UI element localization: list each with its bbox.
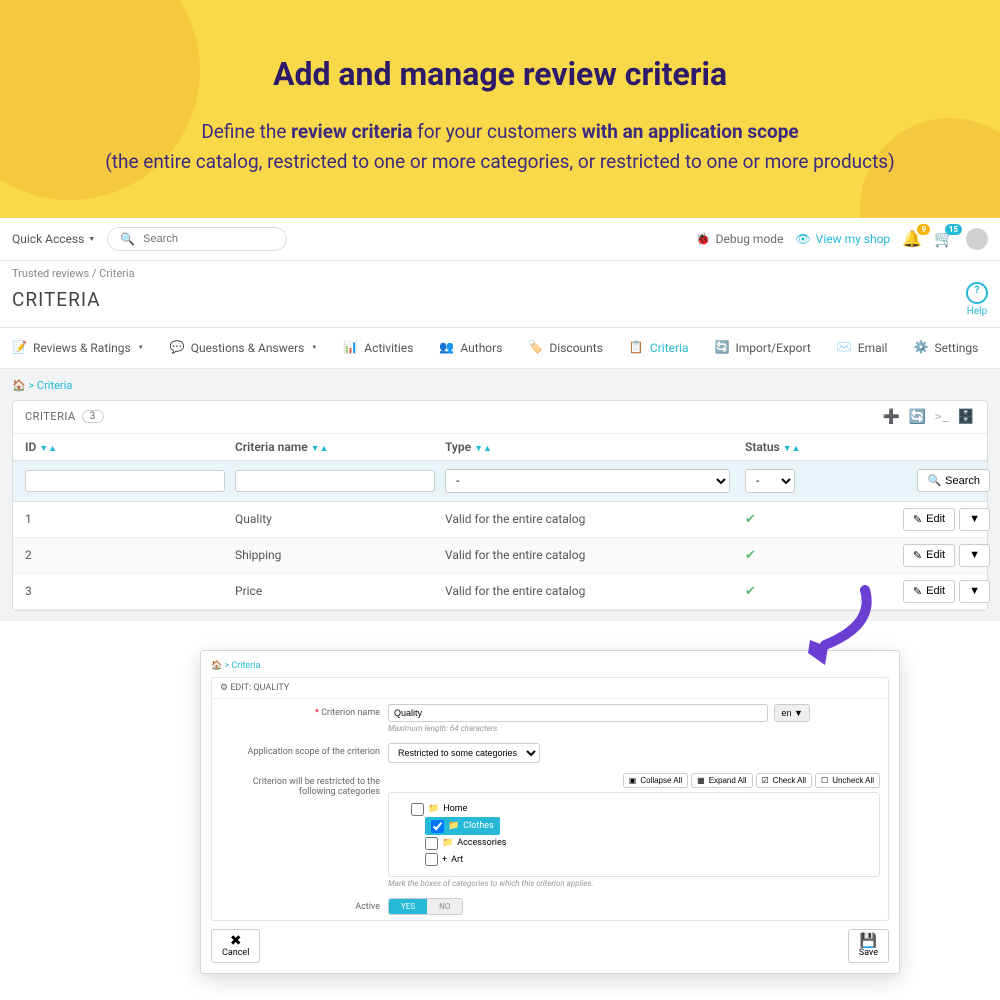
count-badge: 3 xyxy=(82,410,104,423)
category-tree: 📁 Home 📁 Clothes 📁 Accessories + Art xyxy=(388,792,880,877)
edit-button[interactable]: ✎ Edit xyxy=(903,544,955,567)
data-grid: ID ▼▲ Criteria name ▼▲ Type ▼▲ Status ▼▲… xyxy=(13,434,987,610)
language-selector[interactable]: en ▼ xyxy=(774,704,809,722)
nav-discounts[interactable]: 🏷️Discounts xyxy=(528,340,602,356)
row-menu[interactable]: ▼ xyxy=(959,508,990,531)
hero-banner: Add and manage review criteria Define th… xyxy=(0,0,1000,218)
breadcrumb-root[interactable]: Trusted reviews xyxy=(12,267,89,280)
cart-icon[interactable]: 🛒15 xyxy=(934,229,954,248)
filter-type[interactable]: - xyxy=(445,469,730,493)
categories-label: Criterion will be restricted to the foll… xyxy=(220,773,380,797)
tree-item-home[interactable]: 📁 Home xyxy=(411,801,871,817)
scope-label: Application scope of the criterion xyxy=(220,743,380,757)
notifications-icon[interactable]: 🔔9 xyxy=(902,229,922,248)
tree-item-art[interactable]: + Art xyxy=(425,852,871,868)
table-row[interactable]: 1 Quality Valid for the entire catalog ✔… xyxy=(13,502,987,538)
page-header: CRITERIA Help xyxy=(0,282,1000,328)
tree-item-accessories[interactable]: 📁 Accessories xyxy=(425,835,871,851)
check-icon: ✔ xyxy=(745,548,900,563)
check-icon: ✔ xyxy=(745,512,900,527)
filter-status[interactable]: - xyxy=(745,469,795,493)
table-row[interactable]: 2 Shipping Valid for the entire catalog … xyxy=(13,538,987,574)
home-icon[interactable]: 🏠 xyxy=(12,379,26,392)
nav-email[interactable]: ✉️Email xyxy=(837,340,888,356)
criterion-name-label: * Criterion name xyxy=(220,704,380,718)
panel-header: CRITERIA 3 ➕ 🔄 >_ 🗄️ xyxy=(13,401,987,434)
module-nav: 📝Reviews & Ratings 💬Questions & Answers … xyxy=(0,328,1000,369)
save-button[interactable]: 💾Save xyxy=(848,929,889,963)
db-button[interactable]: 🗄️ xyxy=(957,409,975,425)
filter-name[interactable] xyxy=(235,470,435,492)
tree-item-clothes[interactable]: 📁 Clothes xyxy=(425,817,871,835)
edit-dialog: 🏠 > Criteria ⚙ EDIT: QUALITY * Criterion… xyxy=(200,650,900,974)
col-name[interactable]: Criteria name ▼▲ xyxy=(235,440,445,454)
topbar: Quick Access 🔍 🐞 Debug mode 👁 View my sh… xyxy=(0,218,1000,261)
col-id[interactable]: ID ▼▲ xyxy=(25,440,235,454)
row-menu[interactable]: ▼ xyxy=(959,580,990,603)
filter-id[interactable] xyxy=(25,470,225,492)
active-toggle[interactable]: YESNO xyxy=(388,898,463,915)
mini-breadcrumb: 🏠 > Criteria xyxy=(12,379,988,392)
collapse-all-button[interactable]: ▣ Collapse All xyxy=(623,773,688,788)
home-icon[interactable]: 🏠 xyxy=(211,661,222,671)
sql-button[interactable]: >_ xyxy=(934,409,949,425)
page-title: CRITERIA xyxy=(12,288,101,311)
search-icon: 🔍 xyxy=(120,232,135,246)
edit-button[interactable]: ✎ Edit xyxy=(903,508,955,531)
nav-qa[interactable]: 💬Questions & Answers xyxy=(170,340,318,356)
refresh-button[interactable]: 🔄 xyxy=(908,409,926,425)
scope-select[interactable]: Restricted to some categories xyxy=(388,743,540,763)
hero-title: Add and manage review criteria xyxy=(30,55,970,93)
help-button[interactable]: Help xyxy=(966,282,988,317)
nav-authors[interactable]: 👥Authors xyxy=(439,340,502,356)
uncheck-all-button[interactable]: ☐ Uncheck All xyxy=(815,773,880,788)
debug-mode-link[interactable]: 🐞 Debug mode xyxy=(696,232,784,246)
criterion-name-input[interactable] xyxy=(388,704,768,722)
nav-settings[interactable]: ⚙️Settings xyxy=(913,340,978,356)
dialog-title: ⚙ EDIT: QUALITY xyxy=(212,678,888,699)
expand-all-button[interactable]: ▦ Expand All xyxy=(691,773,752,788)
breadcrumb: Trusted reviews / Criteria xyxy=(0,261,1000,282)
add-button[interactable]: ➕ xyxy=(883,409,901,425)
nav-import[interactable]: 🔄Import/Export xyxy=(715,340,811,356)
nav-activities[interactable]: 📊Activities xyxy=(343,340,413,356)
criteria-panel: CRITERIA 3 ➕ 🔄 >_ 🗄️ ID ▼▲ Criteria name… xyxy=(12,400,988,611)
eye-icon: 👁 xyxy=(795,232,810,246)
search-input[interactable] xyxy=(143,233,274,245)
arrow-annotation xyxy=(800,585,880,675)
view-shop-link[interactable]: 👁 View my shop xyxy=(795,232,890,246)
check-all-button[interactable]: ☑ Check All xyxy=(756,773,813,788)
active-label: Active xyxy=(220,898,380,912)
col-status[interactable]: Status ▼▲ xyxy=(745,440,900,454)
row-menu[interactable]: ▼ xyxy=(959,544,990,567)
bug-icon: 🐞 xyxy=(696,232,711,246)
quick-access-menu[interactable]: Quick Access xyxy=(12,232,95,246)
col-type[interactable]: Type ▼▲ xyxy=(445,440,745,454)
hero-subtitle: Define the review criteria for your cust… xyxy=(70,117,930,178)
nav-criteria[interactable]: 📋Criteria xyxy=(629,340,689,356)
user-avatar[interactable] xyxy=(966,228,988,250)
nav-reviews[interactable]: 📝Reviews & Ratings xyxy=(12,340,144,356)
edit-button[interactable]: ✎ Edit xyxy=(903,580,955,603)
search-field[interactable]: 🔍 xyxy=(107,227,287,251)
cancel-button[interactable]: ✖Cancel xyxy=(211,929,260,963)
dialog-breadcrumb: 🏠 > Criteria xyxy=(211,661,889,671)
content-area: 🏠 > Criteria CRITERIA 3 ➕ 🔄 >_ 🗄️ ID ▼▲ … xyxy=(0,369,1000,621)
search-button[interactable]: 🔍 Search xyxy=(917,469,990,492)
